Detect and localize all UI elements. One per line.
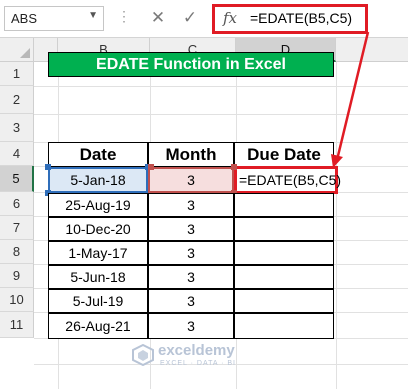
arrow-head	[331, 154, 343, 168]
watermark-tagline: EXCEL · DATA · BI	[160, 360, 236, 367]
annotation-arrow	[331, 31, 370, 168]
watermark: exceldemy EXCEL · DATA · BI	[132, 342, 282, 372]
exceldemy-logo-icon	[132, 344, 154, 366]
arrow-line	[335, 31, 370, 161]
watermark-name: exceldemy	[158, 342, 235, 359]
